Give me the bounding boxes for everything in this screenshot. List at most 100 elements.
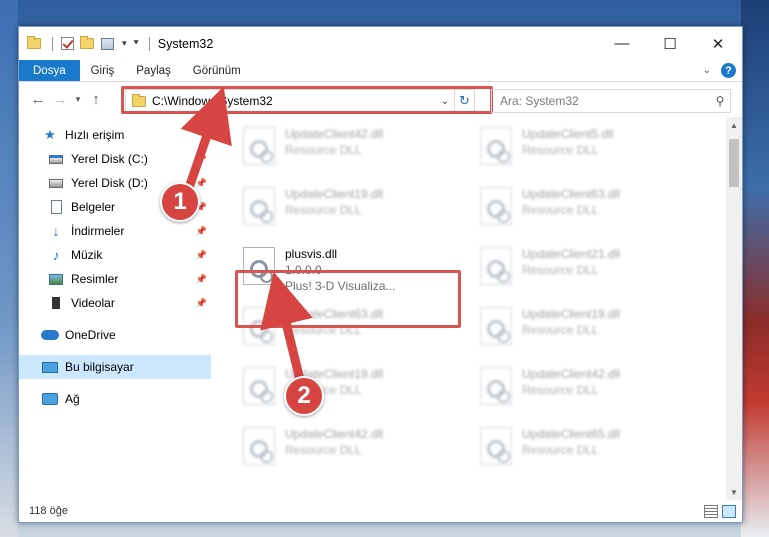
tab-file[interactable]: Dosya — [19, 60, 80, 81]
file-name: UpdateClient63.dll — [522, 187, 621, 201]
sidebar-item-label: Bu bilgisayar — [65, 360, 134, 374]
address-path[interactable]: C:\Windows\System32 — [152, 94, 436, 108]
pin-icon[interactable]: 📌 — [196, 154, 207, 165]
file-item[interactable]: UpdateClient42.dll Resource DLL — [239, 123, 461, 173]
file-item[interactable]: UpdateClient63.dll Resource DLL — [476, 183, 698, 233]
customize-toolbar-icon[interactable]: ⯆ — [133, 38, 140, 49]
file-name: UpdateClient21.dll — [522, 247, 621, 261]
file-item-plusvis[interactable]: plusvis.dll 1.0.0.0 Plus! 3-D Visualiza.… — [239, 243, 461, 299]
details-view-icon[interactable] — [704, 504, 718, 518]
network-icon — [41, 391, 59, 407]
file-version: 1.0.0.0 — [285, 263, 322, 277]
sidebar-item-disk-c[interactable]: Yerel Disk (C:) 📌 — [19, 147, 211, 171]
expand-ribbon-icon[interactable]: ⌄ — [703, 65, 711, 76]
dll-file-icon — [480, 307, 512, 345]
close-button[interactable]: ✕ — [694, 27, 742, 60]
window-title: System32 — [157, 36, 214, 51]
tab-share[interactable]: Paylaş — [125, 60, 182, 81]
file-item[interactable]: UpdateClient63.dll Resource DLL — [239, 303, 461, 353]
file-item[interactable]: UpdateClient65.dll Resource DLL — [476, 423, 698, 473]
sidebar-item-downloads[interactable]: ↓ İndirmeler 📌 — [19, 219, 211, 243]
video-icon — [47, 295, 65, 311]
file-item[interactable]: UpdateClient19.dll Resource DLL — [476, 303, 698, 353]
tab-home[interactable]: Giriş — [80, 60, 126, 81]
recent-locations-chevron-icon[interactable]: ▾ — [71, 94, 85, 105]
vertical-scrollbar[interactable]: ▲ ▼ — [726, 117, 742, 500]
tab-view[interactable]: Görünüm — [182, 60, 252, 81]
sidebar-item-music[interactable]: ♪ Müzik 📌 — [19, 243, 211, 267]
divider — [52, 36, 53, 51]
help-icon[interactable]: ? — [721, 63, 736, 78]
download-icon: ↓ — [52, 223, 60, 239]
dll-file-icon — [480, 367, 512, 405]
file-name: UpdateClient63.dll — [285, 307, 384, 321]
divider — [148, 36, 150, 51]
dll-file-icon — [480, 427, 512, 465]
sidebar-item-label: OneDrive — [65, 328, 116, 342]
pin-icon[interactable]: 📌 — [196, 298, 207, 309]
back-arrow-icon[interactable]: ← — [27, 91, 49, 108]
dll-file-icon — [480, 127, 512, 165]
desktop-background-right — [741, 0, 769, 537]
pin-icon[interactable]: 📌 — [196, 274, 207, 285]
sidebar-item-network[interactable]: Ağ — [19, 387, 211, 411]
scroll-thumb[interactable] — [729, 139, 739, 187]
file-item[interactable]: UpdateClient42.dll Resource DLL — [239, 423, 461, 473]
item-count: 118 öğe — [29, 505, 68, 517]
window-controls: — ☐ ✕ — [598, 27, 742, 60]
step-1-badge: 1 — [160, 182, 200, 222]
file-name: UpdateClient42.dll — [285, 127, 384, 141]
search-input[interactable] — [500, 94, 710, 108]
file-item[interactable]: UpdateClient19.dllResource DLL — [239, 183, 461, 233]
music-icon: ♪ — [52, 247, 60, 263]
dll-file-icon — [480, 187, 512, 225]
sidebar-item-this-pc[interactable]: Bu bilgisayar — [19, 355, 211, 379]
file-description: Resource DLL — [522, 323, 599, 337]
file-item[interactable]: UpdateClient21.dll Resource DLL — [476, 243, 698, 293]
file-description: Resource DLL — [522, 443, 599, 457]
file-description: Resource DLL — [522, 203, 599, 217]
search-icon[interactable]: ⚲ — [710, 94, 730, 108]
search-box[interactable]: ⚲ — [491, 89, 731, 113]
new-folder-icon[interactable] — [79, 36, 95, 52]
scroll-down-icon[interactable]: ▼ — [726, 484, 742, 500]
dll-file-icon — [243, 187, 275, 225]
file-description: Resource DLL — [285, 323, 362, 337]
document-icon — [47, 199, 65, 215]
up-arrow-icon[interactable]: ↑ — [85, 91, 107, 108]
sidebar-item-label: Yerel Disk (C:) — [71, 152, 148, 166]
scroll-up-icon[interactable]: ▲ — [726, 117, 742, 133]
dll-file-icon — [243, 307, 275, 345]
file-name: UpdateClient42.dll — [285, 427, 384, 441]
sidebar-item-pictures[interactable]: Resimler 📌 — [19, 267, 211, 291]
pin-icon[interactable]: 📌 — [196, 250, 207, 261]
maximize-button[interactable]: ☐ — [646, 27, 694, 60]
file-description: Resource DLL — [522, 383, 599, 397]
file-item[interactable]: UpdateClient5.dll Resource DLL — [476, 123, 698, 173]
file-name: UpdateClient19.dll — [522, 307, 621, 321]
properties-check-icon[interactable] — [59, 36, 75, 52]
sidebar-item-videos[interactable]: Videolar 📌 — [19, 291, 211, 315]
file-item[interactable]: UpdateClient19.dllResource DLL — [239, 363, 461, 413]
properties-icon[interactable] — [99, 36, 115, 52]
pin-icon[interactable]: 📌 — [196, 226, 207, 237]
chevron-down-icon[interactable]: ⌄ — [436, 96, 454, 107]
view-switcher — [704, 504, 742, 518]
ribbon-tabs: Dosya Giriş Paylaş Görünüm ⌄ ? — [19, 60, 742, 82]
desktop-background-left — [0, 0, 18, 537]
sidebar-item-quick-access[interactable]: ★ Hızlı erişim — [19, 123, 211, 147]
minimize-button[interactable]: — — [598, 27, 646, 60]
tiles-view-icon[interactable] — [722, 504, 736, 518]
chevron-down-icon[interactable]: ▾ — [122, 38, 127, 49]
pin-icon[interactable]: 📌 — [196, 178, 207, 189]
sidebar-item-onedrive[interactable]: OneDrive — [19, 323, 211, 347]
disk-icon — [47, 175, 65, 191]
file-list: UpdateClient42.dll Resource DLL UpdateCli… — [211, 117, 742, 500]
refresh-icon[interactable]: ↻ — [454, 90, 474, 112]
folder-icon[interactable] — [26, 36, 42, 52]
address-bar[interactable]: C:\Windows\System32 ⌄ ↻ — [125, 89, 475, 113]
step-2-badge: 2 — [284, 376, 324, 416]
file-item[interactable]: UpdateClient42.dll Resource DLL — [476, 363, 698, 413]
forward-arrow-icon[interactable]: → — [49, 91, 71, 108]
sidebar-item-label: Ağ — [65, 392, 80, 406]
